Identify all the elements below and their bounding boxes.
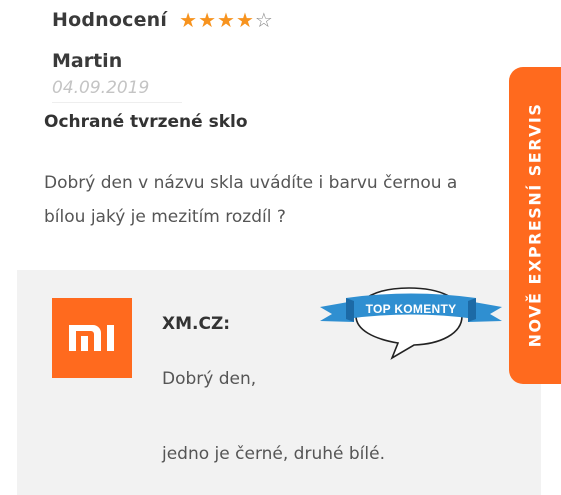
star-rating: ★ ★ ★ ★ ☆ [179,10,274,30]
star-filled-icon: ★ [235,8,254,32]
rating-label: Hodnocení [52,9,168,31]
star-outline-icon: ☆ [254,8,273,32]
mi-logo [52,298,132,378]
reply-text: jedno je černé, druhé bílé. [162,444,385,464]
reply-text: Dobrý den, [162,369,257,389]
mi-logo-icon [69,325,114,351]
reply-author: XM.CZ: [162,314,231,334]
review-text: Dobrý den v názvu skla uvádíte i barvu č… [44,173,458,227]
star-filled-icon: ★ [217,8,235,32]
review-date: 04.09.2019 [52,78,150,98]
rating-row: Hodnocení ★ ★ ★ ★ ☆ [52,6,274,34]
badge-text: TOP KOMENTY [366,302,457,316]
review-title: Ochrané tvrzené sklo [44,112,248,132]
review-author: Martin [52,50,123,72]
star-filled-icon: ★ [198,8,216,32]
star-filled-icon: ★ [179,8,198,32]
express-service-tab[interactable]: NOVĚ EXPRESNÍ SERVIS [509,67,561,384]
divider [52,102,182,103]
top-komenty-badge: TOP KOMENTY [320,287,502,360]
express-service-label: NOVĚ EXPRESNÍ SERVIS [525,102,545,348]
